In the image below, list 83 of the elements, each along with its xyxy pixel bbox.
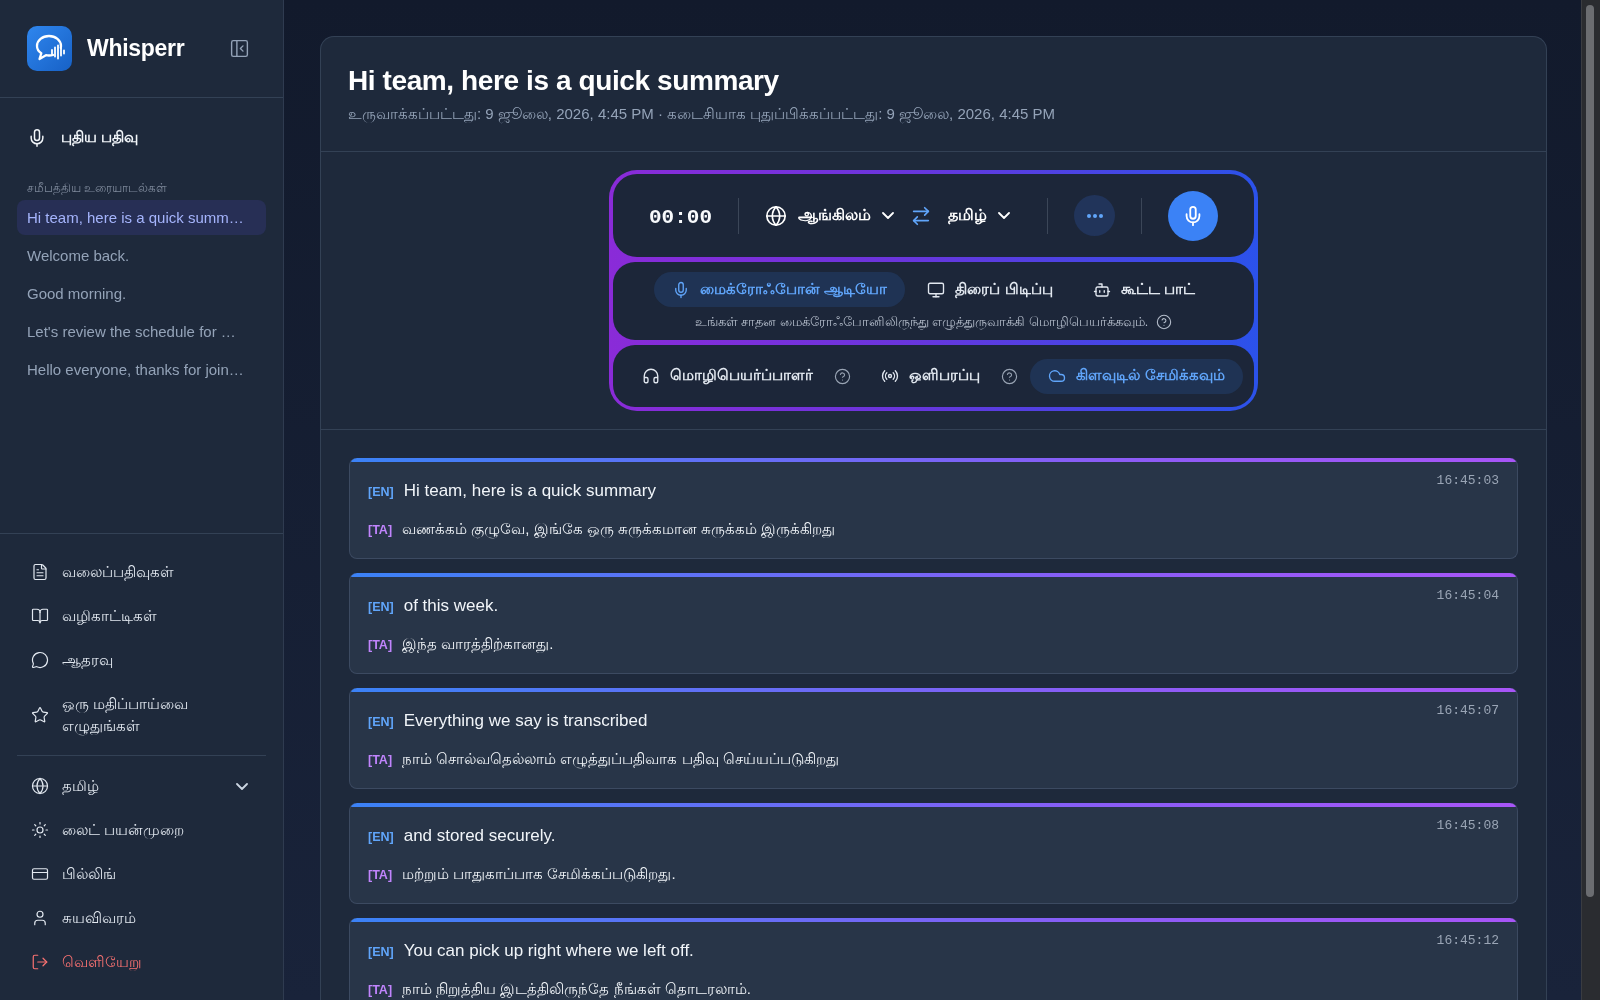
language-tag: [EN] bbox=[368, 595, 394, 619]
language-dropdown[interactable]: தமிழ் bbox=[17, 764, 266, 808]
logout-icon bbox=[31, 953, 49, 971]
sidebar-toggle-icon[interactable] bbox=[229, 38, 250, 59]
language-tag: [TA] bbox=[368, 863, 393, 887]
nav-link[interactable]: ஆதரவு bbox=[17, 638, 266, 682]
timestamp: 16:45:03 bbox=[1436, 472, 1499, 490]
record-button[interactable] bbox=[1168, 190, 1218, 241]
transcript-text: and stored securely. bbox=[403, 825, 556, 847]
help-icon[interactable] bbox=[1156, 314, 1173, 330]
language-tag: [EN] bbox=[368, 710, 394, 734]
speech-bubble-logo bbox=[27, 26, 72, 71]
chevron-down-icon bbox=[998, 212, 1010, 219]
timestamps-text: உருவாக்கப்பட்டது: 9 ஜூலை, 2026, 4:45 PM · கடைசியாக புதுப்பிக்கப்பட்டது: 9 ஜூலை, 2026, 4:45 PM bbox=[348, 104, 1056, 124]
conversation-item[interactable]: Hello everyone, thanks for join… bbox=[17, 352, 266, 387]
conversation-item[interactable]: Good morning. bbox=[17, 276, 266, 311]
chevron-down-icon bbox=[882, 212, 894, 219]
conversation-title: Hi team, here is a quick summary bbox=[348, 64, 780, 98]
language-tag: [TA] bbox=[368, 748, 393, 772]
conversation-item[interactable]: Welcome back. bbox=[17, 238, 266, 273]
transcript-text: Everything we say is transcribed bbox=[403, 710, 648, 732]
nav-link[interactable]: வழிகாட்டிகள் bbox=[17, 594, 266, 638]
translation-text: இந்த வாரத்திற்கானது. bbox=[402, 634, 554, 655]
timer-text: 00:00 bbox=[649, 205, 712, 229]
app-name: Whisperr bbox=[87, 35, 185, 62]
conversation-item[interactable]: Let's review the schedule for … bbox=[17, 314, 266, 349]
transcript-text: You can pick up right where we left off. bbox=[403, 940, 694, 962]
settings-link[interactable]: பில்லிங் bbox=[17, 852, 266, 896]
nav-link[interactable]: வலைப்பதிவுகள் bbox=[17, 550, 266, 594]
language-tag: [TA] bbox=[368, 978, 393, 1000]
output-option-toggle[interactable]: ஒளிபரப்பு bbox=[863, 358, 999, 394]
microphone-icon bbox=[27, 128, 47, 148]
timestamp: 16:45:08 bbox=[1436, 817, 1499, 835]
globe-icon bbox=[31, 777, 49, 795]
input-source-tab[interactable]: திரைப் பிடிப்பு bbox=[909, 272, 1071, 307]
chat-bubble-icon bbox=[31, 651, 49, 669]
language-tag: [EN] bbox=[368, 940, 394, 964]
transcript-text: Hi team, here is a quick summary bbox=[403, 480, 656, 502]
translation-text: மற்றும் பாதுகாப்பாக சேமிக்கப்படுகிறது. bbox=[402, 864, 676, 885]
chevron-down-icon bbox=[236, 782, 248, 790]
output-option-toggle[interactable]: கிளவுடில் சேமிக்கவும் bbox=[1030, 358, 1243, 394]
globe-icon bbox=[765, 204, 787, 227]
language-tag: [EN] bbox=[368, 825, 394, 849]
user-icon bbox=[31, 909, 49, 927]
input-source-tab[interactable]: கூட்ட பாட் bbox=[1074, 272, 1213, 307]
timestamp: 16:45:07 bbox=[1436, 702, 1499, 720]
input-source-tab[interactable]: மைக்ரோஃபோன் ஆடியோ bbox=[654, 272, 906, 307]
document-icon bbox=[31, 563, 49, 581]
language-tag: [TA] bbox=[368, 633, 393, 657]
target-language-select[interactable]: தமிழ் bbox=[948, 205, 1010, 226]
scrollbar-thumb[interactable] bbox=[1586, 5, 1594, 897]
hint-text: உங்கள் சாதன மைக்ரோஃபோனிலிருந்து எழுத்துருவாக்கி மொழிபெயர்க்கவும். bbox=[694, 314, 1149, 330]
help-icon[interactable] bbox=[1001, 367, 1019, 385]
section-heading: சமீபத்திய உரையாடல்கள் bbox=[26, 180, 169, 196]
cloud-icon bbox=[1048, 367, 1067, 385]
settings-link[interactable]: சுயவிவரம் bbox=[17, 896, 266, 940]
translation-text: நாம் நிறுத்திய இடத்திலிருந்தே நீங்கள் தொடரலாம். bbox=[402, 979, 751, 1000]
language-tag: [TA] bbox=[368, 518, 393, 542]
new-recording-button[interactable]: புதிய பதிவு bbox=[17, 120, 149, 156]
more-options-button[interactable] bbox=[1074, 195, 1115, 236]
timestamp: 16:45:04 bbox=[1436, 587, 1499, 605]
credit-card-icon bbox=[31, 865, 49, 883]
broadcast-icon bbox=[881, 367, 900, 385]
monitor-icon bbox=[927, 280, 946, 299]
headphones-icon bbox=[642, 367, 661, 385]
source-language-select[interactable]: ஆங்கிலம் bbox=[765, 204, 894, 227]
settings-link[interactable]: லைட் பயன்முறை bbox=[17, 808, 266, 852]
translation-text: வணக்கம் குழுவே, இங்கே ஒரு சுருக்கமான சுருக்கம் இருக்கிறது bbox=[402, 519, 836, 541]
ellipsis-icon bbox=[1086, 213, 1103, 218]
bot-icon bbox=[1092, 280, 1111, 299]
swap-arrows-icon[interactable] bbox=[910, 204, 932, 227]
logout-link[interactable]: வெளியேறு bbox=[17, 940, 266, 984]
timestamp: 16:45:12 bbox=[1436, 932, 1499, 950]
book-icon bbox=[31, 607, 49, 625]
sun-icon bbox=[31, 821, 49, 839]
help-icon[interactable] bbox=[834, 367, 852, 385]
output-option-toggle[interactable]: மொழிபெயர்ப்பாளர் bbox=[624, 358, 832, 394]
star-icon bbox=[31, 706, 49, 724]
nav-link[interactable]: ஒரு மதிப்பாய்வை எழுதுங்கள் bbox=[17, 682, 266, 748]
transcript-text: of this week. bbox=[403, 595, 499, 617]
language-tag: [EN] bbox=[368, 480, 394, 504]
translation-text: நாம் சொல்வதெல்லாம் எழுத்துப்பதிவாக பதிவு செய்யப்படுகிறது bbox=[402, 749, 839, 771]
conversation-item[interactable]: Hi team, here is a quick summ… bbox=[17, 200, 266, 235]
